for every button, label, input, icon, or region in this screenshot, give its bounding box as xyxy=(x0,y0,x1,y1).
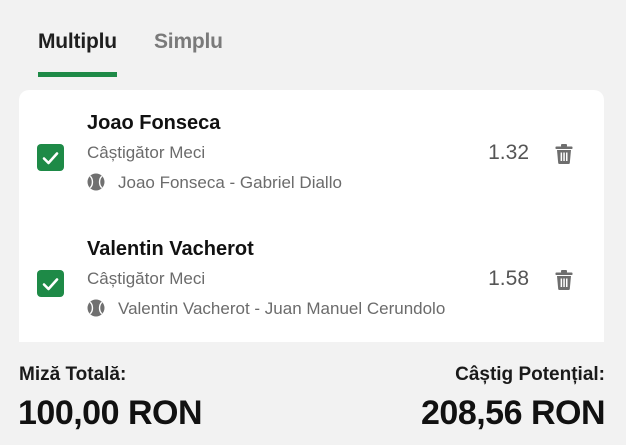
active-tab-indicator xyxy=(38,72,117,77)
tab-multiplu[interactable]: Multiplu xyxy=(38,30,117,54)
tab-simplu[interactable]: Simplu xyxy=(154,30,223,54)
bet-row: Valentin Vacherot Câștigător Meci Valent… xyxy=(19,233,604,353)
match-name: Joao Fonseca - Gabriel Diallo xyxy=(118,173,342,192)
selection-name: Valentin Vacherot xyxy=(87,238,254,260)
betslip-selections: Joao Fonseca Câștigător Meci Joao Fonsec… xyxy=(19,90,604,342)
selection-checkbox[interactable] xyxy=(37,270,64,297)
selection-checkbox[interactable] xyxy=(37,144,64,171)
odds-value: 1.58 xyxy=(488,267,529,290)
match-name: Valentin Vacherot - Juan Manuel Cerundol… xyxy=(118,299,446,318)
total-stake-label: Miză Totală: xyxy=(19,364,127,385)
bet-type-tabs: Multiplu Simplu xyxy=(0,0,626,78)
check-icon xyxy=(42,151,59,164)
trash-icon[interactable] xyxy=(555,144,573,164)
market-name: Câștigător Meci xyxy=(87,269,206,288)
potential-win-label: Câștig Potențial: xyxy=(455,364,605,385)
check-icon xyxy=(42,277,59,290)
tennis-ball-icon xyxy=(87,173,105,191)
bet-row: Joao Fonseca Câștigător Meci Joao Fonsec… xyxy=(19,107,604,227)
total-stake-value: 100,00 RON xyxy=(18,394,203,432)
selection-name: Joao Fonseca xyxy=(87,112,221,134)
tennis-ball-icon xyxy=(87,299,105,317)
market-name: Câștigător Meci xyxy=(87,143,206,162)
trash-icon[interactable] xyxy=(555,270,573,290)
odds-value: 1.32 xyxy=(488,141,529,164)
potential-win-value: 208,56 RON xyxy=(421,394,606,432)
